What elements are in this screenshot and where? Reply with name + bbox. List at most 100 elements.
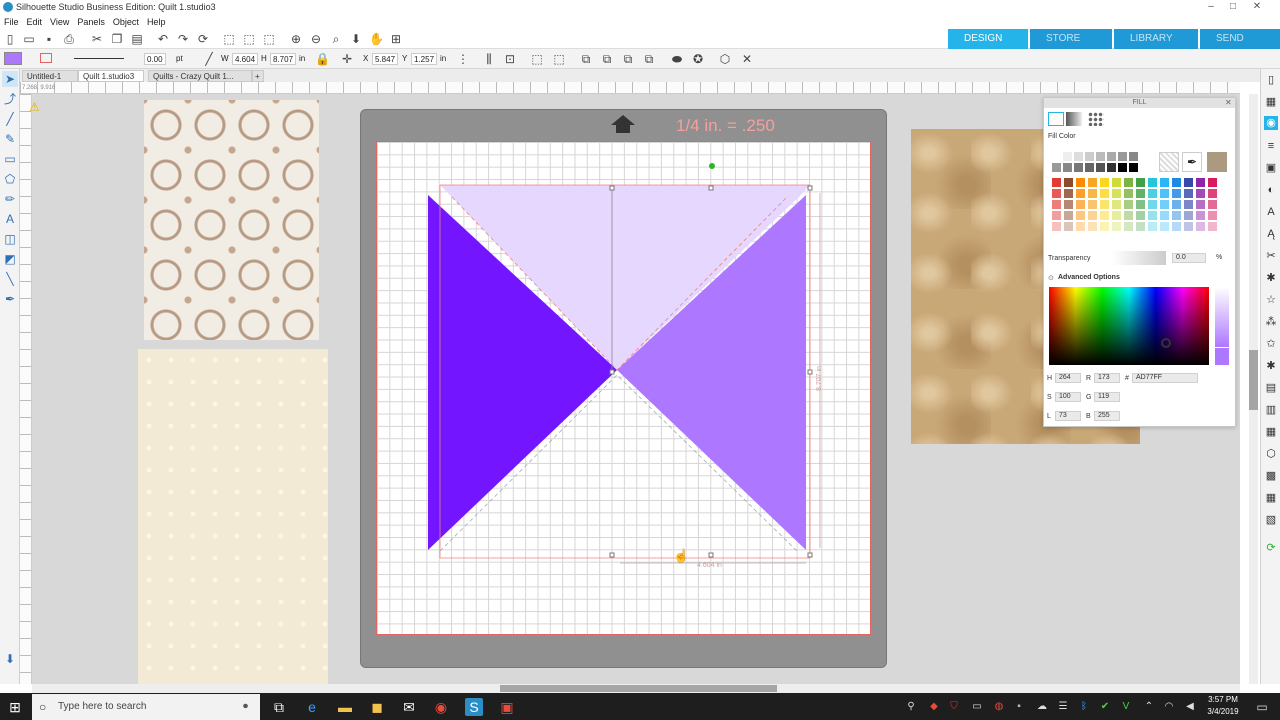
- pencil-icon[interactable]: ✏: [2, 191, 18, 207]
- paste-icon[interactable]: ▤: [130, 32, 144, 46]
- resize-handle[interactable]: [609, 369, 615, 375]
- color-swatch[interactable]: [1136, 189, 1145, 198]
- color-spectrum-picker[interactable]: [1049, 287, 1209, 365]
- color-swatch[interactable]: [1184, 178, 1193, 187]
- hue-input[interactable]: 264: [1055, 373, 1081, 383]
- replicate-panel-icon[interactable]: ☆: [1264, 293, 1278, 307]
- color-swatch[interactable]: [1136, 200, 1145, 209]
- menu-edit[interactable]: Edit: [23, 15, 47, 29]
- color-swatch[interactable]: [1160, 189, 1169, 198]
- color-swatch[interactable]: [1124, 200, 1133, 209]
- rotate-handle[interactable]: [709, 163, 715, 169]
- tab-send[interactable]: SEND: [1200, 29, 1280, 49]
- color-swatch[interactable]: [1100, 178, 1109, 187]
- windows-start-icon[interactable]: ⊞: [6, 698, 24, 716]
- vertical-scroll-thumb[interactable]: [1249, 350, 1258, 410]
- edge-browser-icon[interactable]: e: [303, 698, 321, 716]
- color-swatch[interactable]: [1052, 178, 1061, 187]
- color-swatch[interactable]: [1172, 200, 1181, 209]
- copy-icon[interactable]: ❐: [110, 32, 124, 46]
- send-back-icon[interactable]: ⧉: [642, 52, 656, 66]
- color-swatch[interactable]: [1063, 163, 1072, 172]
- tray-shield-icon[interactable]: ⛉: [945, 698, 963, 716]
- lightness-input[interactable]: 73: [1055, 411, 1081, 421]
- pattern-fill-tab[interactable]: [1088, 112, 1104, 126]
- tab-design[interactable]: DESIGN: [948, 29, 1028, 49]
- offset-icon[interactable]: ◐: [1264, 183, 1278, 197]
- fabric-cream-dots[interactable]: [138, 349, 328, 684]
- color-swatch[interactable]: [1052, 200, 1061, 209]
- import-icon[interactable]: ⬇: [2, 651, 18, 667]
- color-swatch[interactable]: [1184, 222, 1193, 231]
- wifi-icon[interactable]: ◠: [1160, 698, 1178, 716]
- color-swatch[interactable]: [1076, 211, 1085, 220]
- menu-view[interactable]: View: [46, 15, 73, 29]
- color-swatch[interactable]: [1052, 163, 1061, 172]
- menu-file[interactable]: File: [0, 15, 23, 29]
- grid-icon[interactable]: ⋮: [456, 52, 470, 66]
- resize-handle[interactable]: [807, 185, 813, 191]
- modify-icon[interactable]: ✱: [1264, 271, 1278, 285]
- color-swatch[interactable]: [1160, 211, 1169, 220]
- color-swatch[interactable]: [1208, 200, 1217, 209]
- tray-check-icon[interactable]: ✔: [1096, 698, 1114, 716]
- transparency-slider[interactable]: [1112, 251, 1166, 265]
- color-swatch[interactable]: [1064, 189, 1073, 198]
- knife-tool-icon[interactable]: ╲: [2, 271, 18, 287]
- knife-icon[interactable]: ✎: [2, 131, 18, 147]
- action-center-icon[interactable]: ▭: [1253, 698, 1271, 716]
- advanced-toggle-icon[interactable]: ⊙: [1048, 274, 1054, 282]
- sketch-icon[interactable]: ▥: [1264, 403, 1278, 417]
- color-swatch[interactable]: [1172, 189, 1181, 198]
- resize-handle[interactable]: [609, 552, 615, 558]
- menu-help[interactable]: Help: [143, 15, 170, 29]
- store-app-icon[interactable]: ◼: [368, 698, 386, 716]
- point-edit-icon[interactable]: ⤴: [2, 91, 18, 107]
- file-explorer-icon[interactable]: ▬: [336, 698, 354, 716]
- rectangle-icon[interactable]: ▭: [2, 151, 18, 167]
- text-tool-icon[interactable]: A: [2, 211, 18, 227]
- chrome-icon[interactable]: ◉: [432, 698, 450, 716]
- tab-store[interactable]: STORE: [1030, 29, 1112, 49]
- microphone-icon[interactable]: ⏺: [243, 694, 248, 720]
- move-down-icon[interactable]: ⬇: [349, 32, 363, 46]
- tray-creative-icon[interactable]: ◍: [990, 698, 1008, 716]
- color-swatch[interactable]: [1100, 200, 1109, 209]
- color-swatch[interactable]: [1112, 178, 1121, 187]
- print-icon[interactable]: ⎙: [62, 32, 76, 46]
- y-input[interactable]: 1.257: [411, 53, 437, 65]
- color-swatch[interactable]: [1172, 178, 1181, 187]
- cut-icon[interactable]: ✂: [90, 32, 104, 46]
- color-swatch[interactable]: [1096, 163, 1105, 172]
- color-swatch[interactable]: [1112, 222, 1121, 231]
- color-swatch[interactable]: [1088, 222, 1097, 231]
- color-swatch[interactable]: [1184, 211, 1193, 220]
- color-swatch[interactable]: [1076, 189, 1085, 198]
- close-button[interactable]: ✕: [1234, 0, 1280, 15]
- silhouette-studio-icon[interactable]: S: [465, 698, 483, 716]
- fill-color-swatch[interactable]: [4, 52, 22, 65]
- color-swatch[interactable]: [1063, 152, 1072, 161]
- color-swatch[interactable]: [1088, 200, 1097, 209]
- text-to-path-icon[interactable]: Ą: [1264, 227, 1278, 241]
- delete-icon[interactable]: ✕: [740, 52, 754, 66]
- width-input[interactable]: 4.604: [232, 53, 258, 65]
- color-swatch[interactable]: [1064, 200, 1073, 209]
- red-input[interactable]: 173: [1094, 373, 1120, 383]
- color-picker-cursor[interactable]: [1161, 338, 1171, 348]
- text-style-icon[interactable]: A: [1264, 205, 1278, 219]
- clock-date[interactable]: 3/4/2019: [1202, 707, 1244, 716]
- color-swatch[interactable]: [1052, 211, 1061, 220]
- hex-input[interactable]: AD77FF: [1132, 373, 1198, 383]
- advanced-options-label[interactable]: Advanced Options: [1058, 274, 1120, 281]
- color-swatch[interactable]: [1088, 211, 1097, 220]
- color-swatch[interactable]: [1107, 163, 1116, 172]
- design-page-icon[interactable]: ▦: [1264, 95, 1278, 109]
- tray-expand-icon[interactable]: ⌃: [1140, 698, 1158, 716]
- polygon-icon[interactable]: ⬠: [2, 171, 18, 187]
- blue-input[interactable]: 255: [1094, 411, 1120, 421]
- color-swatch[interactable]: [1148, 178, 1157, 187]
- nesting-icon[interactable]: ✱: [1264, 359, 1278, 373]
- color-swatch[interactable]: [1112, 211, 1121, 220]
- color-swatch[interactable]: [1088, 178, 1097, 187]
